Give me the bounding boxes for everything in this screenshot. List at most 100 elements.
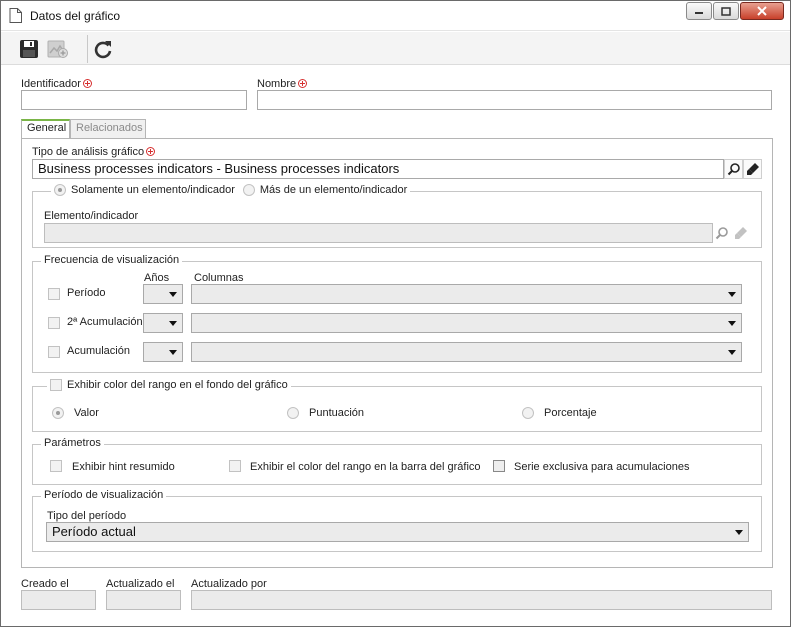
periodo-columnas-select[interactable] (191, 284, 742, 304)
tipo-analisis-clear-button[interactable] (743, 159, 762, 179)
rango-checkbox[interactable] (50, 379, 62, 391)
chevron-down-icon (735, 530, 743, 535)
periodo-label: Período (67, 287, 106, 299)
tipo-periodo-label: Tipo del período (47, 510, 127, 522)
frecuencia-fieldset: Frecuencia de visualización Años Columna… (32, 254, 762, 373)
radio-solamente[interactable] (54, 184, 66, 196)
rango-legend-label: Exhibir color del rango en el fondo del … (67, 379, 288, 391)
elemento-search-button[interactable] (713, 224, 731, 242)
save-and-new-button[interactable] (46, 37, 70, 61)
magnifier-icon (715, 227, 728, 240)
chevron-down-icon (169, 321, 177, 326)
elemento-mode-radio-group: Solamente un elemento/indicador Más de u… (51, 184, 411, 196)
hint-checkbox[interactable] (50, 460, 62, 472)
nombre-label-text: Nombre (257, 78, 297, 90)
general-panel: Tipo de análisis gráfico Business proces… (21, 138, 773, 568)
eraser-icon (735, 227, 747, 239)
minimize-icon (695, 12, 703, 14)
radio-porcentaje[interactable] (522, 407, 534, 419)
chevron-down-icon (728, 350, 736, 355)
segunda-acumulacion-columnas-select[interactable] (191, 313, 742, 333)
radio-valor-label: Valor (74, 407, 99, 419)
refresh-button[interactable] (91, 37, 115, 61)
creado-label: Creado el (21, 578, 69, 590)
required-icon (298, 79, 308, 88)
document-icon (9, 8, 22, 23)
hint-label: Exhibir hint resumido (72, 461, 175, 473)
save-new-icon (47, 40, 68, 58)
parametros-fieldset: Parámetros Exhibir hint resumido Exhibir… (32, 437, 762, 485)
actualizado-label: Actualizado el (106, 578, 175, 590)
identificador-label-text: Identificador (21, 78, 81, 90)
chevron-down-icon (728, 292, 736, 297)
maximize-button[interactable] (713, 2, 739, 20)
chevron-down-icon (169, 350, 177, 355)
required-icon (146, 147, 156, 156)
save-icon (20, 40, 38, 58)
chevron-down-icon (169, 292, 177, 297)
tipo-periodo-select[interactable]: Período actual (46, 522, 749, 542)
required-icon (82, 79, 92, 88)
acumulacion-checkbox[interactable] (48, 346, 60, 358)
elemento-clear-button[interactable] (732, 224, 750, 242)
radio-mas-label: Más de un elemento/indicador (259, 184, 408, 196)
actualizado-input (106, 590, 181, 610)
creado-input (21, 590, 96, 610)
actualizado-por-label: Actualizado por (191, 578, 267, 590)
elemento-label: Elemento/indicador (44, 210, 139, 222)
maximize-icon (721, 6, 731, 16)
color-barra-checkbox[interactable] (229, 460, 241, 472)
acumulacion-anos-select[interactable] (143, 342, 183, 362)
periodo-checkbox[interactable] (48, 288, 60, 300)
elemento-input[interactable] (44, 223, 713, 243)
eraser-icon (746, 163, 759, 175)
serie-label: Serie exclusiva para acumulaciones (514, 461, 690, 473)
identificador-input[interactable] (21, 90, 247, 110)
segunda-acumulacion-anos-select[interactable] (143, 313, 183, 333)
color-barra-label: Exhibir el color del rango en la barra d… (250, 461, 481, 473)
periodo-visualizacion-fieldset: Período de visualización Tipo del períod… (32, 489, 762, 552)
title-bar: Datos del gráfico (1, 1, 790, 31)
tipo-analisis-label: Tipo de análisis gráfico (32, 146, 156, 158)
segunda-acumulacion-checkbox[interactable] (48, 317, 60, 329)
rango-fieldset: Exhibir color del rango en el fondo del … (32, 379, 762, 432)
radio-puntuacion-label: Puntuación (309, 407, 365, 419)
elemento-fieldset: Solamente un elemento/indicador Más de u… (32, 184, 762, 248)
radio-puntuacion[interactable] (287, 407, 299, 419)
periodo-anos-select[interactable] (143, 284, 183, 304)
window-title: Datos del gráfico (30, 9, 121, 23)
toolbar-separator (87, 35, 88, 63)
identificador-label: Identificador (21, 78, 92, 90)
save-button[interactable] (17, 37, 41, 61)
magnifier-icon (727, 163, 740, 176)
window-controls (685, 2, 784, 20)
acumulacion-label: Acumulación (67, 345, 130, 357)
close-icon (757, 6, 767, 16)
parametros-legend: Parámetros (41, 437, 104, 449)
nombre-input[interactable] (257, 90, 772, 110)
nombre-label: Nombre (257, 78, 308, 90)
tipo-analisis-label-text: Tipo de análisis gráfico (32, 146, 145, 158)
tab-relacionados[interactable]: Relacionados (70, 119, 146, 139)
tab-general[interactable]: General (21, 119, 70, 140)
acumulacion-columnas-select[interactable] (191, 342, 742, 362)
rango-legend: Exhibir color del rango en el fondo del … (47, 379, 291, 391)
radio-mas[interactable] (242, 184, 255, 196)
minimize-button[interactable] (686, 2, 712, 20)
radio-solamente-label: Solamente un elemento/indicador (71, 184, 235, 196)
toolbar (1, 32, 790, 65)
serie-checkbox[interactable] (493, 460, 505, 472)
tipo-periodo-value: Período actual (52, 524, 136, 539)
radio-porcentaje-label: Porcentaje (544, 407, 597, 419)
close-button[interactable] (740, 2, 784, 20)
tipo-analisis-input[interactable]: Business processes indicators - Business… (32, 159, 724, 179)
chevron-down-icon (728, 321, 736, 326)
columnas-column-header: Columnas (194, 272, 244, 284)
refresh-icon (94, 41, 112, 59)
tipo-analisis-search-button[interactable] (724, 159, 743, 179)
anos-column-header: Años (144, 272, 170, 284)
actualizado-por-input (191, 590, 772, 610)
radio-valor[interactable] (52, 407, 64, 419)
dialog-window: Datos del gráfico Identificador Nombre G… (0, 0, 791, 627)
segunda-acumulacion-label: 2ª Acumulación (67, 316, 143, 328)
